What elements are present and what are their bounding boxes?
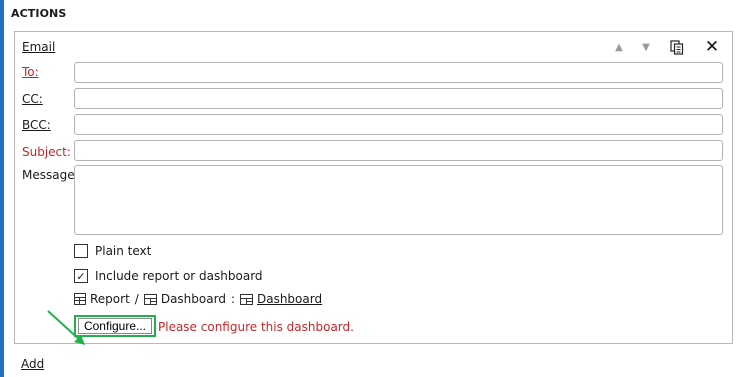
dashboard-icon [143, 293, 157, 305]
to-label: To: [22, 65, 39, 79]
copy-icon[interactable] [666, 36, 688, 58]
email-action-panel: Email ▲ ▼ ✕ To: CC: BCC: Subject: Messag… [14, 31, 733, 345]
move-down-icon[interactable]: ▼ [635, 36, 657, 58]
report-icon [74, 293, 86, 305]
plain-text-option[interactable]: Plain text [74, 244, 151, 258]
subject-label: Subject: [22, 145, 71, 159]
section-title: ACTIONS [11, 7, 67, 20]
cc-label: CC: [22, 92, 43, 106]
include-report-option[interactable]: ✓ Include report or dashboard [74, 269, 263, 283]
plain-text-label: Plain text [95, 244, 152, 258]
bcc-field[interactable] [74, 114, 723, 135]
report-path: Report / Dashboard : Dashboard [74, 292, 322, 306]
cc-field[interactable] [74, 88, 723, 109]
message-label: Message: [22, 168, 79, 182]
to-field[interactable] [74, 62, 723, 83]
bcc-label: BCC: [22, 118, 51, 132]
include-report-checkbox[interactable]: ✓ [74, 269, 88, 283]
configure-button[interactable]: Configure... [74, 315, 156, 337]
plain-text-checkbox[interactable] [74, 244, 88, 258]
section-accent-bar [0, 0, 4, 377]
report-path-separator: / [134, 292, 139, 306]
report-path-report: Report [90, 292, 130, 306]
subject-field[interactable] [74, 140, 723, 161]
report-path-colon: : [230, 292, 235, 306]
dashboard-link[interactable]: Dashboard [257, 292, 322, 306]
close-icon[interactable]: ✕ [701, 36, 723, 58]
configure-warning: Please configure this dashboard. [158, 320, 354, 334]
configure-button-label: Configure... [78, 318, 152, 334]
include-report-label: Include report or dashboard [95, 269, 263, 283]
dashboard-link-icon [239, 293, 253, 305]
add-action-link[interactable]: Add [21, 357, 44, 371]
message-field[interactable] [74, 165, 723, 235]
report-path-dashboard: Dashboard [160, 292, 226, 306]
email-action-header[interactable]: Email [22, 40, 55, 54]
move-up-icon[interactable]: ▲ [608, 36, 630, 58]
